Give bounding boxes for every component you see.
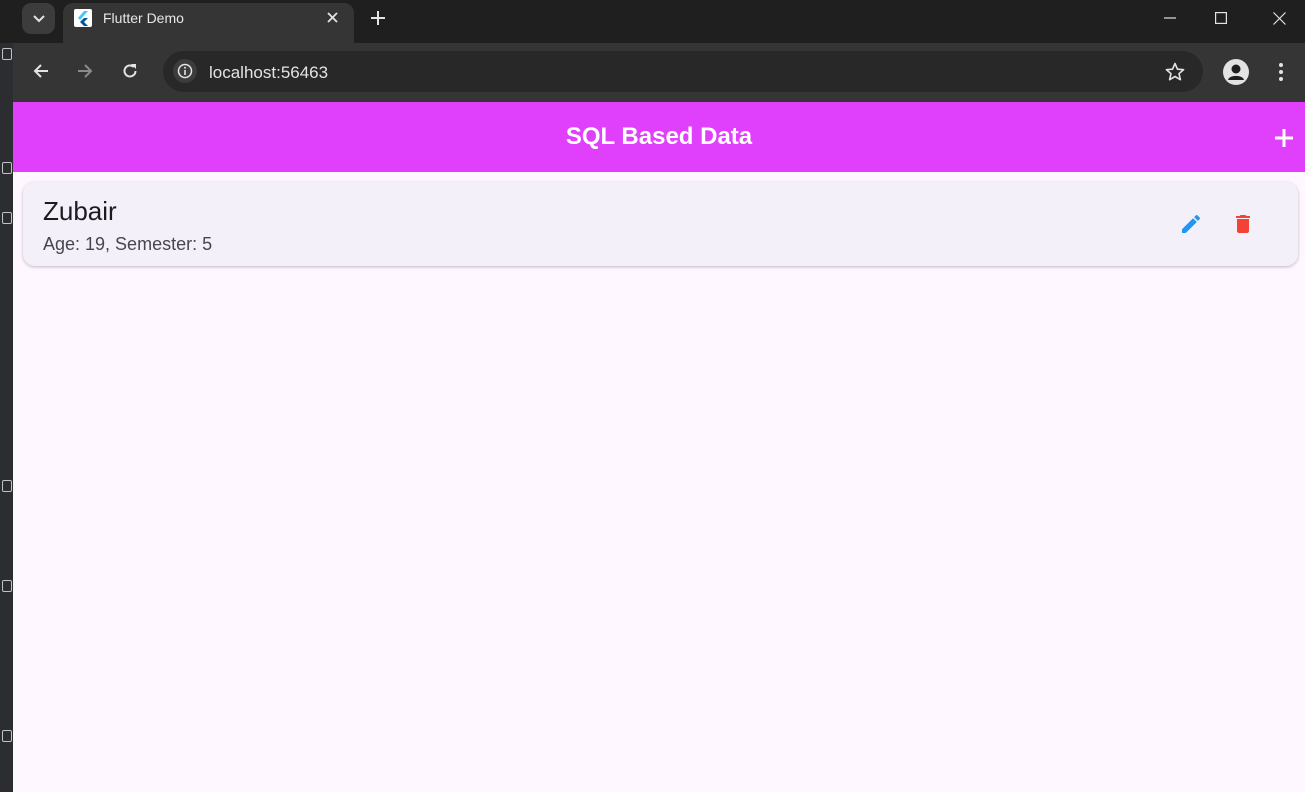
url-text: localhost:56463 [209,63,329,82]
maximize-button[interactable] [1192,0,1250,36]
reload-icon [123,64,137,78]
address-bar[interactable]: localhost:56463 [163,51,1203,92]
site-info-button[interactable] [173,59,197,83]
tab-title: Flutter Demo [103,10,184,26]
app-bar: SQL Based Data [13,102,1305,172]
new-tab-button[interactable] [366,6,390,30]
tab-close-button[interactable] [322,7,342,27]
reload-button[interactable] [116,57,144,85]
plus-icon [371,11,385,25]
kebab-icon [1279,63,1283,81]
minimize-icon [1164,17,1176,19]
trash-icon [1236,215,1250,233]
close-icon [1272,11,1286,25]
arrow-right-icon [78,64,93,78]
page-title: SQL Based Data [565,123,753,150]
minimize-button[interactable] [1141,0,1199,36]
close-window-button[interactable] [1250,0,1305,36]
star-icon [1165,62,1185,81]
tab-search-button[interactable] [22,3,55,34]
maximize-icon [1215,12,1227,24]
browser-menu-button[interactable] [1271,57,1291,87]
tab-strip: Flutter Demo [0,0,1305,43]
plus-icon [1275,129,1293,147]
background-ide-strip [0,0,13,792]
edit-button[interactable] [1177,210,1205,238]
browser-toolbar: localhost:56463 [13,43,1305,102]
student-card[interactable]: Zubair Age: 19, Semester: 5 [23,182,1298,266]
flutter-app: SQL Based Data Zubair Age: 19, Semester:… [13,102,1305,792]
chevron-down-icon [32,14,45,22]
pencil-icon [1182,214,1201,233]
back-button[interactable] [27,57,55,85]
person-icon [1228,64,1244,80]
forward-button[interactable] [71,57,99,85]
tab-flutter-demo[interactable]: Flutter Demo [63,3,354,43]
profile-button[interactable] [1223,59,1249,85]
flutter-icon [74,9,92,27]
close-icon [326,11,338,23]
info-icon [177,63,193,79]
bookmark-button[interactable] [1163,60,1187,84]
browser-window: Flutter Demo localhost:56463 SQL Based D… [0,0,1305,792]
add-button[interactable] [1271,125,1297,151]
delete-button[interactable] [1229,210,1257,238]
student-details: Age: 19, Semester: 5 [43,234,213,254]
arrow-left-icon [33,64,48,78]
student-name: Zubair [43,196,117,226]
